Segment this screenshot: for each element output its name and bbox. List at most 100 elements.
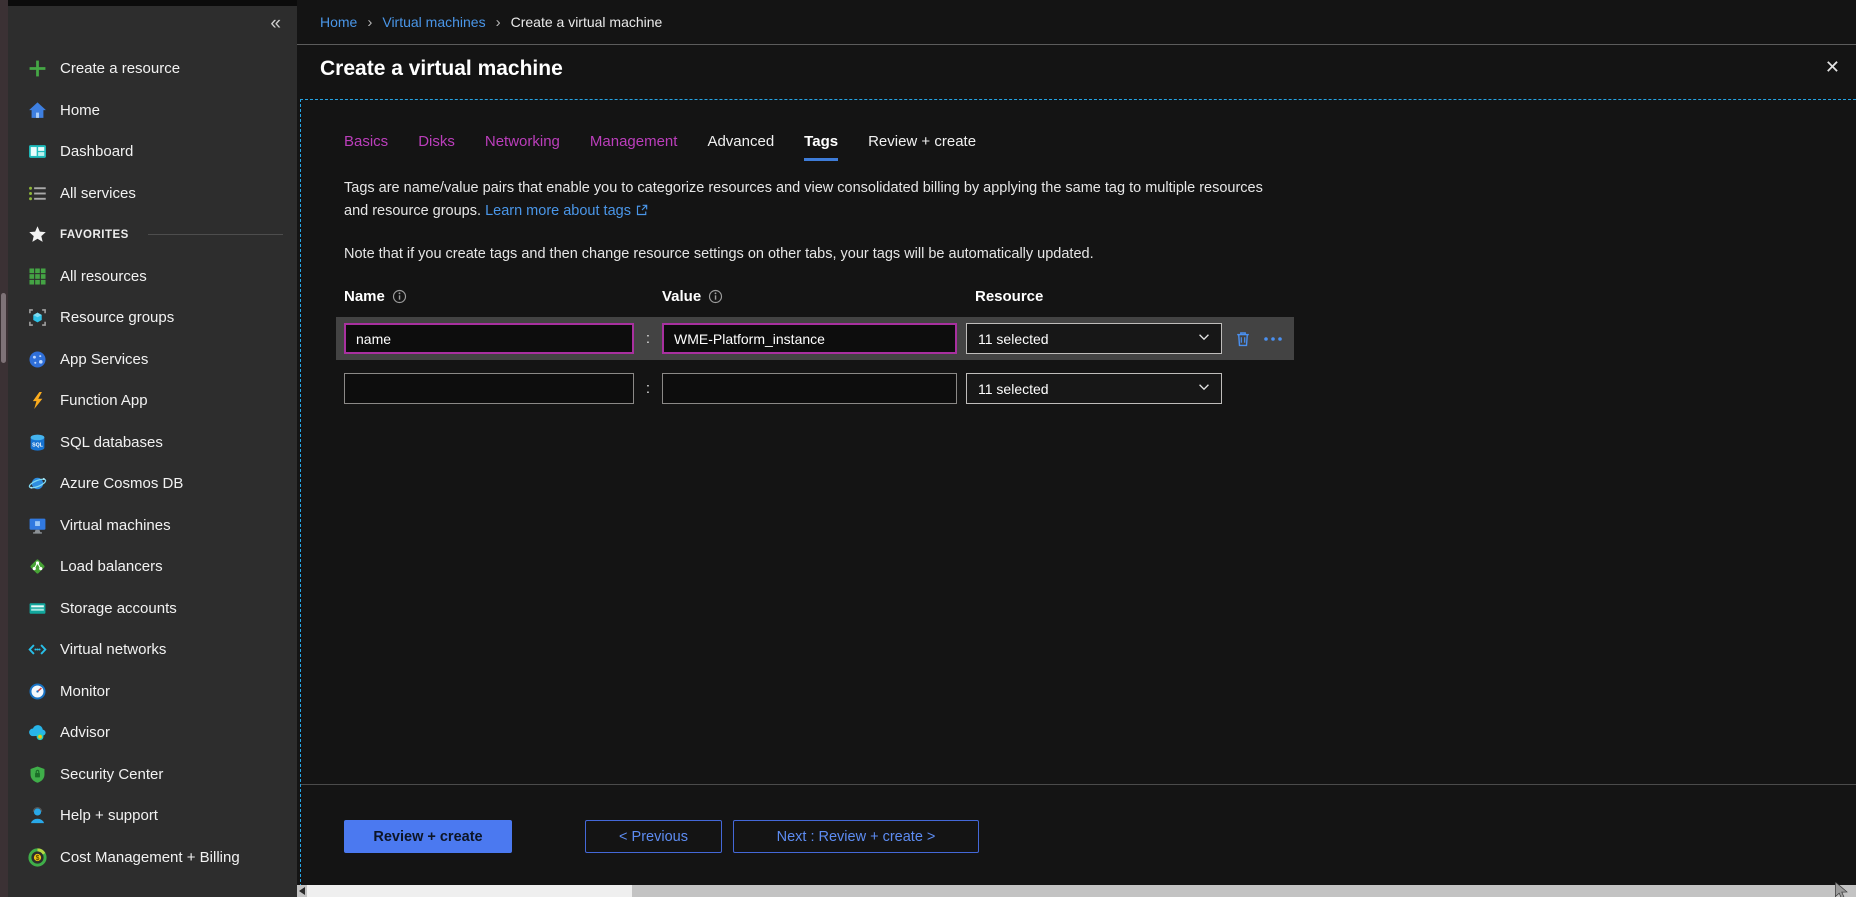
sidebar-item-label: Virtual machines (60, 517, 171, 534)
sidebar-item-azure-cosmos-db[interactable]: Azure Cosmos DB (8, 463, 297, 505)
sidebar-item-label: App Services (60, 351, 148, 368)
sidebar-item-label: Azure Cosmos DB (60, 475, 183, 492)
info-icon[interactable] (708, 289, 723, 304)
sidebar-nav: Create a resource Home Dashboard All servic… (8, 48, 297, 878)
window-edge-strip (0, 0, 8, 897)
info-icon[interactable] (392, 289, 407, 304)
sidebar-item-label: Advisor (60, 724, 110, 741)
sidebar-item-create-a-resource[interactable]: Create a resource (8, 48, 297, 90)
tab-review-create[interactable]: Review + create (868, 133, 976, 161)
tags-table: NameValueResource :11 selected:11 select… (336, 288, 1856, 410)
tab-basics[interactable]: Basics (344, 133, 388, 161)
sidebar-item-storage-accounts[interactable]: Storage accounts (8, 588, 297, 630)
external-link-icon (635, 202, 649, 225)
sidebar-item-label: All services (60, 185, 136, 202)
sidebar-item-label: FAVORITES (60, 229, 129, 241)
tags-table-header: Name Value Resource (336, 288, 1856, 305)
review-create-button[interactable]: Review + create (344, 820, 512, 853)
load-balancers-icon (28, 557, 47, 576)
scroll-left-arrow-icon[interactable] (299, 887, 305, 895)
sidebar-item-label: Cost Management + Billing (60, 849, 240, 866)
delete-tag-button[interactable] (1234, 330, 1252, 348)
tag-name-input[interactable] (344, 373, 634, 404)
sidebar-collapse-button[interactable]: « (270, 14, 281, 33)
page-title: Create a virtual machine (320, 57, 563, 81)
section-divider (148, 234, 283, 235)
wizard-tabs: Basics Disks Networking Management Advanced T… (344, 133, 1856, 161)
horizontal-scrollbar[interactable] (297, 885, 1856, 897)
all-resources-icon (28, 267, 47, 286)
advisor-icon (28, 723, 47, 742)
resource-dropdown[interactable]: 11 selected (966, 373, 1222, 404)
sidebar-item-cost-management-billing[interactable]: $ Cost Management + Billing (8, 837, 297, 879)
virtual-machines-icon (28, 516, 47, 535)
sidebar-item-label: Virtual networks (60, 641, 166, 658)
sidebar-item-dashboard[interactable]: Dashboard (8, 131, 297, 173)
sql-databases-icon: SQL (28, 433, 47, 452)
sidebar-scrollbar-thumb[interactable] (1, 293, 6, 363)
tab-tags[interactable]: Tags (804, 133, 838, 161)
sidebar-item-security-center[interactable]: Security Center (8, 754, 297, 796)
sidebar-item-resource-groups[interactable]: Resource groups (8, 297, 297, 339)
chevron-down-icon (1196, 379, 1212, 398)
tab-management[interactable]: Management (590, 133, 678, 161)
breadcrumb-current: Create a virtual machine (511, 14, 663, 30)
home-icon (28, 101, 47, 120)
resource-groups-icon (28, 308, 47, 327)
tab-advanced[interactable]: Advanced (707, 133, 774, 161)
sidebar-item-all-resources[interactable]: All resources (8, 256, 297, 298)
sidebar-item-label: Help + support (60, 807, 158, 824)
sidebar-item-load-balancers[interactable]: Load balancers (8, 546, 297, 588)
column-label: Name (344, 288, 385, 305)
tab-networking[interactable]: Networking (485, 133, 560, 161)
blade-titlebar: Create a virtual machine ✕ (297, 46, 1856, 99)
azure-portal-window: « Create a resource Home Dashboard All serv… (0, 0, 1856, 897)
tag-value-input[interactable] (662, 373, 957, 404)
resource-dropdown[interactable]: 11 selected (966, 323, 1222, 354)
sidebar: « Create a resource Home Dashboard All serv… (8, 0, 297, 897)
dashboard-icon (28, 142, 47, 161)
sidebar-item-label: Monitor (60, 683, 110, 700)
cost-management-icon: $ (28, 848, 47, 867)
horizontal-scrollbar-thumb[interactable] (307, 885, 632, 897)
column-header-resource: Resource (975, 288, 1043, 305)
sidebar-item-label: All resources (60, 268, 147, 285)
monitor-icon (28, 682, 47, 701)
column-label: Value (662, 288, 701, 305)
storage-accounts-icon (28, 599, 47, 618)
sidebar-item-advisor[interactable]: Advisor (8, 712, 297, 754)
sidebar-item-function-app[interactable]: Function App (8, 380, 297, 422)
next-review-create-button[interactable]: Next : Review + create > (733, 820, 979, 853)
chevron-down-icon (1196, 329, 1212, 348)
wizard-footer: Review + create < Previous Next : Review +… (301, 784, 1856, 853)
sidebar-item-label: Home (60, 102, 100, 119)
sidebar-item-sql-databases[interactable]: SQL SQL databases (8, 422, 297, 464)
cosmos-db-icon (28, 474, 47, 493)
tag-value-input[interactable] (662, 323, 957, 354)
tags-description: Tags are name/value pairs that enable yo… (344, 177, 1269, 225)
sidebar-item-app-services[interactable]: App Services (8, 339, 297, 381)
sidebar-section-favorites: FAVORITES (8, 214, 297, 256)
app-services-icon (28, 350, 47, 369)
breadcrumb-link-virtual-machines[interactable]: Virtual machines (382, 14, 485, 30)
sidebar-item-help-support[interactable]: Help + support (8, 795, 297, 837)
help-support-icon (28, 806, 47, 825)
breadcrumb-link-home[interactable]: Home (320, 14, 357, 30)
tag-name-input[interactable] (344, 323, 634, 354)
breadcrumb: Home›Virtual machines›Create a virtual m… (297, 0, 1856, 45)
virtual-networks-icon (28, 640, 47, 659)
tags-note: Note that if you create tags and then ch… (344, 246, 1856, 262)
sidebar-item-monitor[interactable]: Monitor (8, 671, 297, 713)
sidebar-item-home[interactable]: Home (8, 90, 297, 132)
sidebar-item-virtual-machines[interactable]: Virtual machines (8, 505, 297, 547)
more-actions-button[interactable] (1262, 330, 1284, 348)
previous-button[interactable]: < Previous (585, 820, 722, 853)
plus-icon (28, 59, 47, 78)
tab-disks[interactable]: Disks (418, 133, 455, 161)
sidebar-item-virtual-networks[interactable]: Virtual networks (8, 629, 297, 671)
sidebar-item-label: SQL databases (60, 434, 163, 451)
security-center-icon (28, 765, 47, 784)
close-icon[interactable]: ✕ (1825, 58, 1840, 76)
sidebar-item-all-services[interactable]: All services (8, 173, 297, 215)
learn-more-link[interactable]: Learn more about tags (485, 203, 631, 219)
